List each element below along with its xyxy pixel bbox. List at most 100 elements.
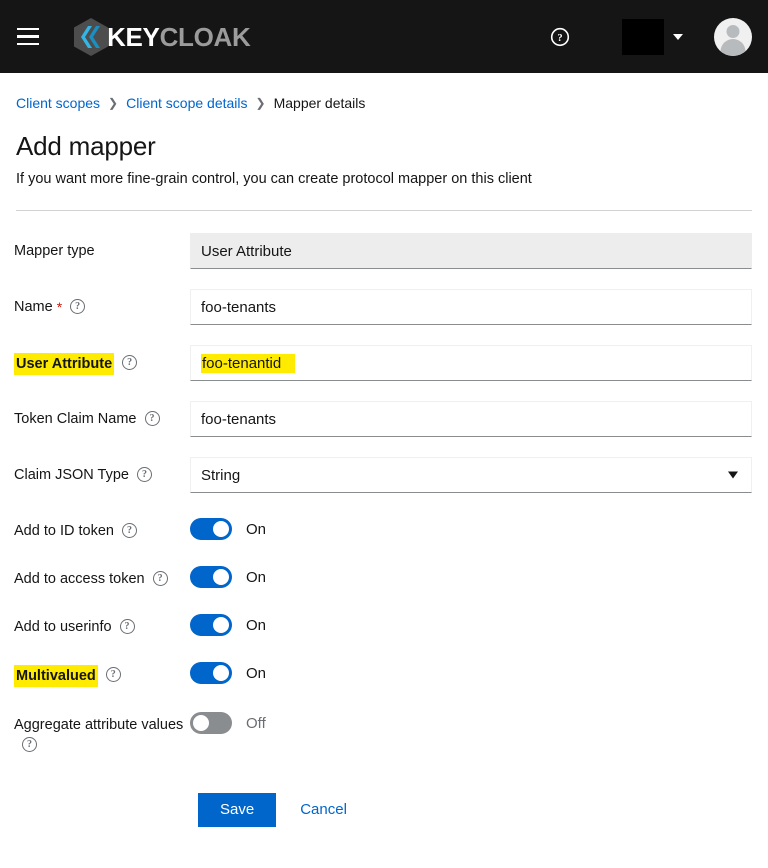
user-attribute-value: foo-tenantid: [201, 354, 295, 373]
mapper-form: Mapper type User Attribute Name * ? foo-…: [0, 233, 768, 750]
multivalued-toggle[interactable]: [190, 662, 232, 684]
cancel-button[interactable]: Cancel: [284, 793, 363, 827]
avatar-body: [721, 39, 746, 56]
label-multivalued: Multivalued ?: [14, 657, 190, 687]
control-claim-json-type: String: [190, 457, 752, 493]
label-add-to-access-token: Add to access token ?: [14, 561, 190, 589]
name-input[interactable]: foo-tenants: [190, 289, 752, 325]
toggle-knob: [213, 617, 229, 633]
control-name: foo-tenants: [190, 289, 752, 325]
avatar-head: [727, 25, 740, 38]
brand-text-cloak: CLOAK: [160, 22, 251, 52]
add-to-id-token-toggle[interactable]: [190, 518, 232, 540]
label-claim-json-type: Claim JSON Type ?: [14, 457, 190, 485]
breadcrumb-separator-icon: ❯: [256, 97, 266, 109]
help-icon[interactable]: ?: [122, 523, 137, 538]
help-circle-glyph: ?: [550, 27, 570, 47]
label-text: User Attribute: [14, 353, 114, 375]
add-to-access-token-toggle[interactable]: [190, 566, 232, 588]
username-redacted-box: [622, 19, 664, 55]
label-mapper-type: Mapper type: [14, 233, 190, 261]
masthead: KEYCLOAK ?: [0, 0, 768, 73]
control-token-claim-name: foo-tenants: [190, 401, 752, 437]
label-text: Mapper type: [14, 241, 95, 261]
field-user-attribute: User Attribute ? foo-tenantid: [14, 345, 754, 381]
masthead-toolbar: ?: [540, 17, 752, 57]
keycloak-wordmark: KEYCLOAK: [107, 24, 251, 50]
label-add-to-id-token: Add to ID token ?: [14, 513, 190, 541]
form-actions: Save Cancel: [0, 793, 768, 827]
breadcrumb-item-client-scopes[interactable]: Client scopes: [16, 95, 100, 111]
multivalued-state: On: [246, 665, 266, 682]
header-divider: [16, 210, 752, 211]
page-subtitle: If you want more fine-grain control, you…: [16, 171, 752, 187]
keycloak-hexagon-icon: [72, 17, 110, 57]
save-button[interactable]: Save: [198, 793, 276, 827]
label-text: Add to userinfo: [14, 617, 112, 637]
hamburger-menu-icon[interactable]: [8, 17, 48, 57]
brand-text-key: KEY: [107, 22, 160, 52]
claim-json-type-select[interactable]: String: [190, 457, 752, 493]
field-token-claim-name: Token Claim Name ? foo-tenants: [14, 401, 754, 437]
field-multivalued: Multivalued ? On: [14, 657, 754, 687]
help-icon[interactable]: ?: [145, 411, 160, 426]
control-mapper-type: User Attribute: [190, 233, 752, 269]
required-marker: *: [57, 297, 62, 317]
help-icon[interactable]: ?: [120, 619, 135, 634]
label-name: Name * ?: [14, 289, 190, 317]
help-icon[interactable]: ?: [106, 667, 121, 682]
toggle-knob: [213, 665, 229, 681]
breadcrumb-separator-icon: ❯: [108, 97, 118, 109]
label-text: Add to access token: [14, 569, 145, 589]
mapper-type-readonly-input: User Attribute: [190, 233, 752, 269]
label-token-claim-name: Token Claim Name ?: [14, 401, 190, 429]
add-to-userinfo-state: On: [246, 617, 266, 634]
add-to-id-token-state: On: [246, 521, 266, 538]
label-text: Claim JSON Type: [14, 465, 129, 485]
breadcrumb-item-mapper-details: Mapper details: [274, 95, 366, 111]
breadcrumb: Client scopes ❯ Client scope details ❯ M…: [16, 95, 752, 111]
page-header: Client scopes ❯ Client scope details ❯ M…: [0, 73, 768, 211]
control-user-attribute: foo-tenantid: [190, 345, 752, 381]
field-add-to-id-token: Add to ID token ? On: [14, 513, 754, 541]
chevron-down-glyph: [673, 34, 683, 40]
help-icon[interactable]: ?: [540, 17, 580, 57]
label-text: Add to ID token: [14, 521, 114, 541]
avatar[interactable]: [714, 18, 752, 56]
field-add-to-userinfo: Add to userinfo ? On: [14, 609, 754, 637]
field-claim-json-type: Claim JSON Type ? String: [14, 457, 754, 493]
page-title: Add mapper: [16, 131, 752, 162]
control-add-to-access-token: On: [190, 561, 752, 588]
toggle-knob: [193, 715, 209, 731]
label-text: Aggregate attribute values: [14, 715, 183, 735]
hamburger-bar: [17, 28, 39, 31]
field-aggregate-attribute-values: Aggregate attribute values ? Off: [14, 707, 754, 750]
label-text: Multivalued: [14, 665, 98, 687]
breadcrumb-item-client-scope-details[interactable]: Client scope details: [126, 95, 247, 111]
label-user-attribute: User Attribute ?: [14, 345, 190, 375]
keycloak-logo[interactable]: KEYCLOAK: [72, 17, 251, 57]
help-icon[interactable]: ?: [122, 355, 137, 370]
token-claim-name-input[interactable]: foo-tenants: [190, 401, 752, 437]
add-to-userinfo-toggle[interactable]: [190, 614, 232, 636]
help-icon[interactable]: ?: [137, 467, 152, 482]
help-icon[interactable]: ?: [70, 299, 85, 314]
field-name: Name * ? foo-tenants: [14, 289, 754, 325]
label-aggregate-attribute-values: Aggregate attribute values ?: [14, 707, 190, 750]
aggregate-attribute-values-state: Off: [246, 715, 266, 732]
svg-text:?: ?: [557, 33, 562, 44]
aggregate-attribute-values-toggle[interactable]: [190, 712, 232, 734]
user-attribute-input[interactable]: foo-tenantid: [190, 345, 752, 381]
help-icon[interactable]: ?: [22, 737, 37, 752]
field-mapper-type: Mapper type User Attribute: [14, 233, 754, 269]
control-multivalued: On: [190, 657, 752, 684]
control-aggregate-attribute-values: Off: [190, 707, 752, 734]
toggle-knob: [213, 569, 229, 585]
label-text: Name: [14, 297, 53, 317]
control-add-to-userinfo: On: [190, 609, 752, 636]
hamburger-bar: [17, 35, 39, 38]
user-dropdown-chevron-down-icon[interactable]: [664, 17, 692, 57]
help-icon[interactable]: ?: [153, 571, 168, 586]
control-add-to-id-token: On: [190, 513, 752, 540]
label-text: Token Claim Name: [14, 409, 137, 429]
